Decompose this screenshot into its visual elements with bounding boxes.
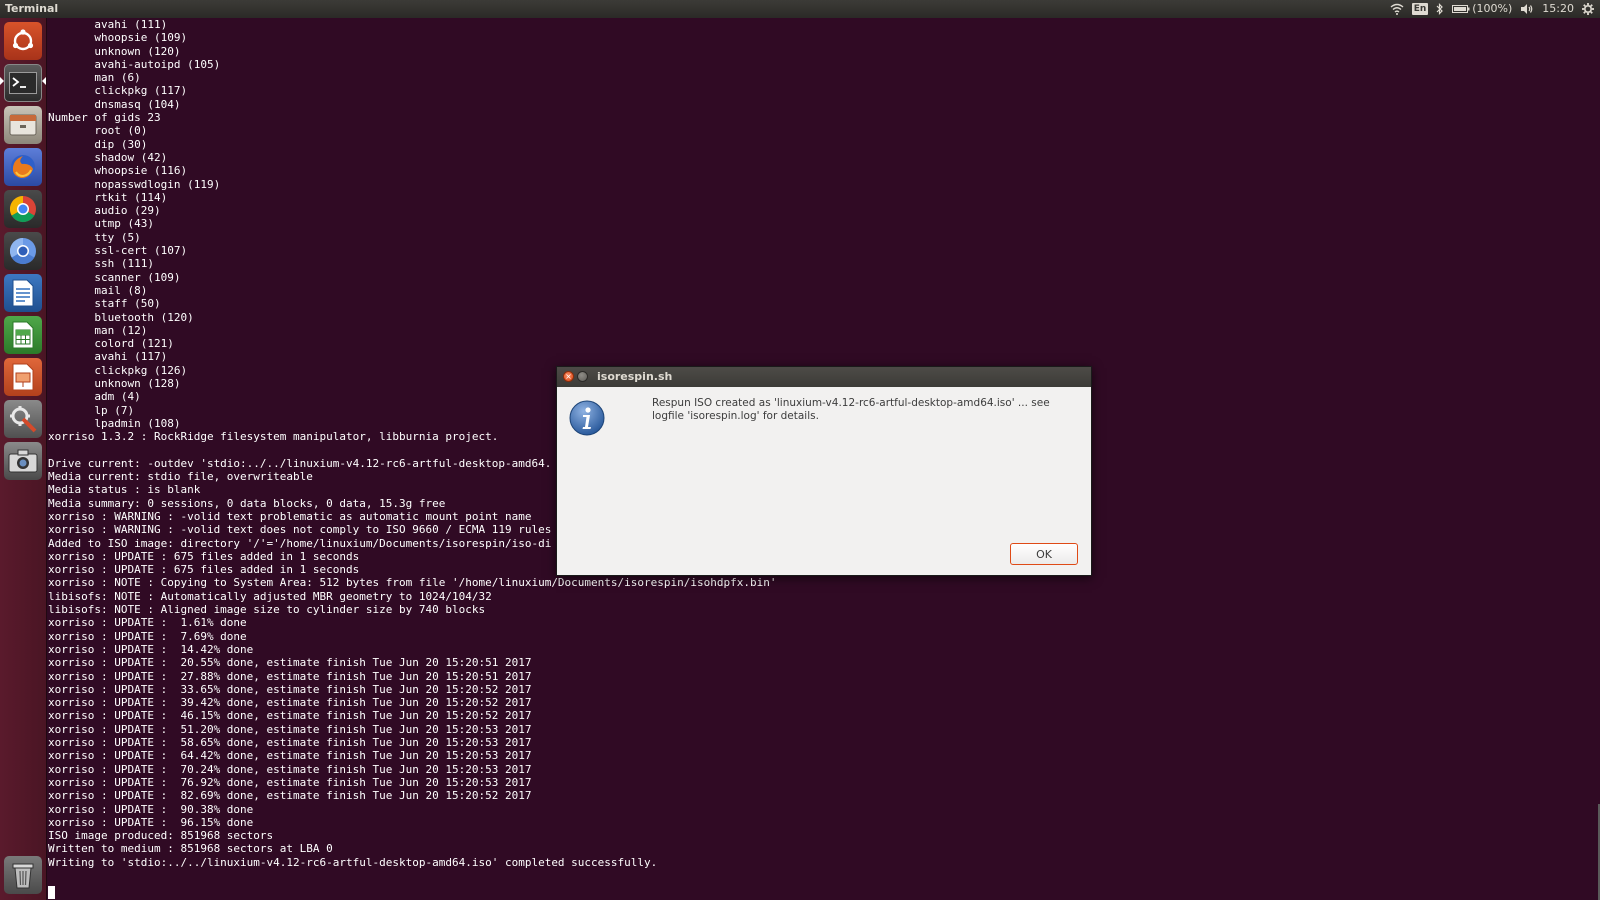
chrome-icon[interactable] (4, 190, 42, 228)
terminal-line: xorriso : UPDATE : 27.88% done, estimate… (48, 669, 532, 683)
terminal-line: xorriso : UPDATE : 51.20% done, estimate… (48, 722, 532, 736)
focused-app-indicator (42, 77, 46, 85)
terminal-line: Written to medium : 851968 sectors at LB… (48, 842, 333, 856)
dialog-message: Respun ISO created as 'linuxium-v4.12-rc… (652, 397, 1050, 422)
terminal-icon[interactable] (4, 64, 42, 102)
terminal-line: dnsmasq (104) (48, 97, 181, 111)
terminal-line: xorriso : UPDATE : 39.42% done, estimate… (48, 696, 532, 710)
terminal-line: xorriso : UPDATE : 46.15% done, estimate… (48, 709, 532, 723)
terminal-line: Writing to 'stdio:../../linuxium-v4.12-r… (48, 855, 658, 869)
terminal-cursor (48, 886, 55, 899)
terminal-line: audio (29) (48, 204, 161, 218)
battery-indicator[interactable]: (100%) (1452, 0, 1512, 18)
terminal-line: xorriso : UPDATE : 20.55% done, estimate… (48, 656, 532, 670)
terminal-line: shadow (42) (48, 150, 168, 164)
terminal-line: libisofs: NOTE : Automatically adjusted … (48, 589, 492, 603)
ubuntu-dash-icon[interactable] (4, 22, 42, 60)
battery-icon (1452, 5, 1470, 13)
terminal-line: libisofs: NOTE : Aligned image size to c… (48, 603, 486, 617)
libreoffice-impress-icon[interactable] (4, 358, 42, 396)
terminal-line: bluetooth (120) (48, 310, 194, 324)
terminal-line: man (12) (48, 323, 148, 337)
info-icon (569, 400, 605, 436)
dialog-title: isorespin.sh (597, 370, 673, 383)
indicator-area: En (100%) 15:20 (1390, 0, 1594, 18)
terminal-line: xorriso : UPDATE : 14.42% done (48, 642, 254, 656)
camera-icon[interactable] (4, 442, 42, 480)
terminal-line: avahi (117) (48, 350, 168, 364)
terminal-line: xorriso : UPDATE : 33.65% done, estimate… (48, 682, 532, 696)
terminal-line: colord (121) (48, 337, 174, 351)
terminal-line: clickpkg (117) (48, 84, 188, 98)
top-panel: Terminal En (100%) 15:20 (0, 0, 1600, 18)
terminal-line: avahi (111) (48, 18, 168, 31)
libreoffice-calc-icon[interactable] (4, 316, 42, 354)
minimize-icon[interactable] (577, 371, 588, 382)
terminal-line: xorriso : UPDATE : 90.38% done (48, 802, 254, 816)
terminal-line: xorriso : UPDATE : 82.69% done, estimate… (48, 789, 532, 803)
terminal-line: scanner (109) (48, 270, 181, 284)
terminal-line: Number of gids 23 (48, 111, 161, 125)
ok-button[interactable]: OK (1010, 543, 1078, 565)
terminal-line: rtkit (114) (48, 190, 168, 204)
clock[interactable]: 15:20 (1542, 0, 1574, 18)
terminal-line: ISO image produced: 851968 sectors (48, 829, 274, 843)
terminal-line: nopasswdlogin (119) (48, 177, 221, 191)
terminal-line: man (6) (48, 71, 141, 85)
bluetooth-icon[interactable] (1436, 0, 1444, 18)
terminal-line: whoopsie (116) (48, 164, 188, 178)
terminal-line: whoopsie (109) (48, 31, 188, 45)
system-settings-icon[interactable] (4, 400, 42, 438)
launcher (0, 18, 47, 900)
volume-icon[interactable] (1520, 0, 1534, 18)
terminal-line: xorriso : UPDATE : 96.15% done (48, 815, 254, 829)
terminal-line: xorriso : UPDATE : 70.24% done, estimate… (48, 762, 532, 776)
dialog-titlebar[interactable]: × isorespin.sh (557, 367, 1091, 387)
active-app-title: Terminal (5, 2, 59, 15)
wifi-icon[interactable] (1390, 0, 1404, 18)
terminal-line: dip (30) (48, 137, 148, 151)
isorespin-dialog: × isorespin.sh Respun ISO created as 'li… (556, 366, 1092, 576)
battery-percentage: (100%) (1472, 2, 1513, 15)
terminal-line: avahi-autoipd (105) (48, 57, 221, 71)
gear-icon[interactable] (1582, 0, 1594, 18)
chromium-icon[interactable] (4, 232, 42, 270)
terminal-line: ssl-cert (107) (48, 244, 188, 258)
terminal-line: xorriso : UPDATE : 7.69% done (48, 629, 247, 643)
terminal-line: xorriso : NOTE : Copying to System Area:… (48, 576, 777, 590)
terminal-line: unknown (120) (48, 44, 181, 58)
keyboard-language-indicator[interactable]: En (1411, 0, 1429, 18)
terminal-line: xorriso : UPDATE : 58.65% done, estimate… (48, 736, 532, 750)
files-icon[interactable] (4, 106, 42, 144)
language-label: En (1411, 3, 1429, 15)
terminal-line: mail (8) (48, 283, 148, 297)
close-icon[interactable]: × (563, 371, 574, 382)
terminal-line: tty (5) (48, 230, 141, 244)
trash-icon[interactable] (4, 856, 42, 894)
terminal-line: utmp (43) (48, 217, 154, 231)
terminal-line: xorriso : UPDATE : 1.61% done (48, 616, 247, 630)
terminal-line: root (0) (48, 124, 148, 138)
libreoffice-writer-icon[interactable] (4, 274, 42, 312)
terminal-line: xorriso : UPDATE : 64.42% done, estimate… (48, 749, 532, 763)
firefox-icon[interactable] (4, 148, 42, 186)
terminal-line: ssh (111) (48, 257, 154, 271)
terminal-line: xorriso : UPDATE : 76.92% done, estimate… (48, 775, 532, 789)
terminal-line: staff (50) (48, 297, 161, 311)
